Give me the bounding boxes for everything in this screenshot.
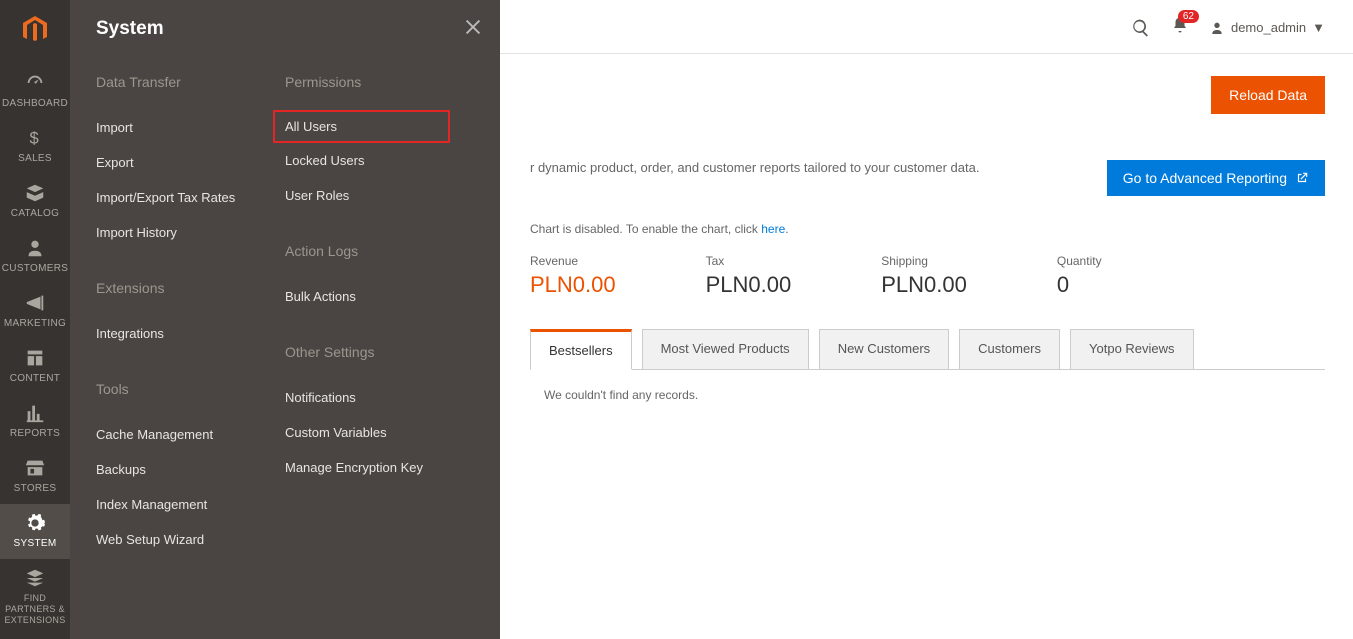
account-menu[interactable]: demo_admin ▼	[1209, 20, 1325, 36]
link-cache[interactable]: Cache Management	[96, 417, 285, 452]
link-user-roles[interactable]: User Roles	[285, 178, 474, 213]
link-encryption-key[interactable]: Manage Encryption Key	[285, 450, 474, 485]
notifications-button[interactable]: 62	[1171, 16, 1189, 39]
tab-most-viewed[interactable]: Most Viewed Products	[642, 329, 809, 370]
svg-text:$: $	[30, 130, 39, 148]
link-index-mgmt[interactable]: Index Management	[96, 487, 285, 522]
link-import-export-tax[interactable]: Import/Export Tax Rates	[96, 180, 285, 215]
link-import-history[interactable]: Import History	[96, 215, 285, 250]
link-web-setup[interactable]: Web Setup Wizard	[96, 522, 285, 557]
tab-yotpo[interactable]: Yotpo Reviews	[1070, 329, 1194, 370]
link-locked-users[interactable]: Locked Users	[285, 143, 474, 178]
group-other-settings: Other Settings	[285, 344, 474, 360]
advanced-reporting-description: r dynamic product, order, and customer r…	[530, 160, 979, 175]
nav-sales[interactable]: $SALES	[0, 119, 70, 174]
metric-quantity: Quantity0	[1057, 254, 1102, 298]
reload-data-button[interactable]: Reload Data	[1211, 76, 1325, 114]
metric-tax: TaxPLN0.00	[706, 254, 792, 298]
enable-chart-link[interactable]: here	[761, 222, 785, 236]
group-action-logs: Action Logs	[285, 243, 474, 259]
account-username: demo_admin	[1231, 20, 1306, 35]
left-navigation: DASHBOARD $SALES CATALOG CUSTOMERS MARKE…	[0, 0, 70, 639]
link-integrations[interactable]: Integrations	[96, 316, 285, 351]
nav-catalog[interactable]: CATALOG	[0, 174, 70, 229]
group-permissions: Permissions	[285, 74, 474, 90]
nav-marketing[interactable]: MARKETING	[0, 284, 70, 339]
nav-customers[interactable]: CUSTOMERS	[0, 229, 70, 284]
dashboard-tabs: Bestsellers Most Viewed Products New Cus…	[530, 328, 1325, 370]
group-extensions: Extensions	[96, 280, 285, 296]
system-submenu: System Data Transfer Import Export Impor…	[70, 0, 500, 639]
user-icon	[1209, 20, 1225, 36]
submenu-title: System	[96, 18, 474, 40]
link-custom-variables[interactable]: Custom Variables	[285, 415, 474, 450]
chart-disabled-note: Chart is disabled. To enable the chart, …	[530, 222, 1325, 236]
link-backups[interactable]: Backups	[96, 452, 285, 487]
nav-partners[interactable]: FIND PARTNERS & EXTENSIONS	[0, 559, 70, 636]
chevron-down-icon: ▼	[1312, 20, 1325, 35]
link-export[interactable]: Export	[96, 145, 285, 180]
external-link-icon	[1295, 171, 1309, 185]
group-tools: Tools	[96, 381, 285, 397]
nav-reports[interactable]: REPORTS	[0, 394, 70, 449]
nav-dashboard[interactable]: DASHBOARD	[0, 64, 70, 119]
tab-customers[interactable]: Customers	[959, 329, 1060, 370]
metric-shipping: ShippingPLN0.00	[881, 254, 967, 298]
tab-bestsellers[interactable]: Bestsellers	[530, 329, 632, 370]
link-import[interactable]: Import	[96, 110, 285, 145]
nav-content[interactable]: CONTENT	[0, 339, 70, 394]
submenu-col-1: Data Transfer Import Export Import/Expor…	[96, 70, 285, 557]
metric-revenue: RevenuePLN0.00	[530, 254, 616, 298]
nav-stores[interactable]: STORES	[0, 449, 70, 504]
link-bulk-actions[interactable]: Bulk Actions	[285, 279, 474, 314]
tab-new-customers[interactable]: New Customers	[819, 329, 949, 370]
submenu-col-2: Permissions All Users Locked Users User …	[285, 70, 474, 557]
advanced-reporting-button[interactable]: Go to Advanced Reporting	[1107, 160, 1325, 196]
advanced-reporting-label: Go to Advanced Reporting	[1123, 170, 1287, 186]
magento-logo-icon	[19, 14, 51, 46]
metrics-row: RevenuePLN0.00 TaxPLN0.00 ShippingPLN0.0…	[530, 254, 1325, 298]
nav-system[interactable]: SYSTEM	[0, 504, 70, 559]
search-icon[interactable]	[1131, 18, 1151, 38]
group-data-transfer: Data Transfer	[96, 74, 285, 90]
empty-records-message: We couldn't find any records.	[530, 370, 1325, 402]
notification-badge: 62	[1178, 10, 1199, 23]
close-icon[interactable]	[462, 16, 484, 38]
link-all-users[interactable]: All Users	[273, 110, 450, 143]
link-notifications[interactable]: Notifications	[285, 380, 474, 415]
